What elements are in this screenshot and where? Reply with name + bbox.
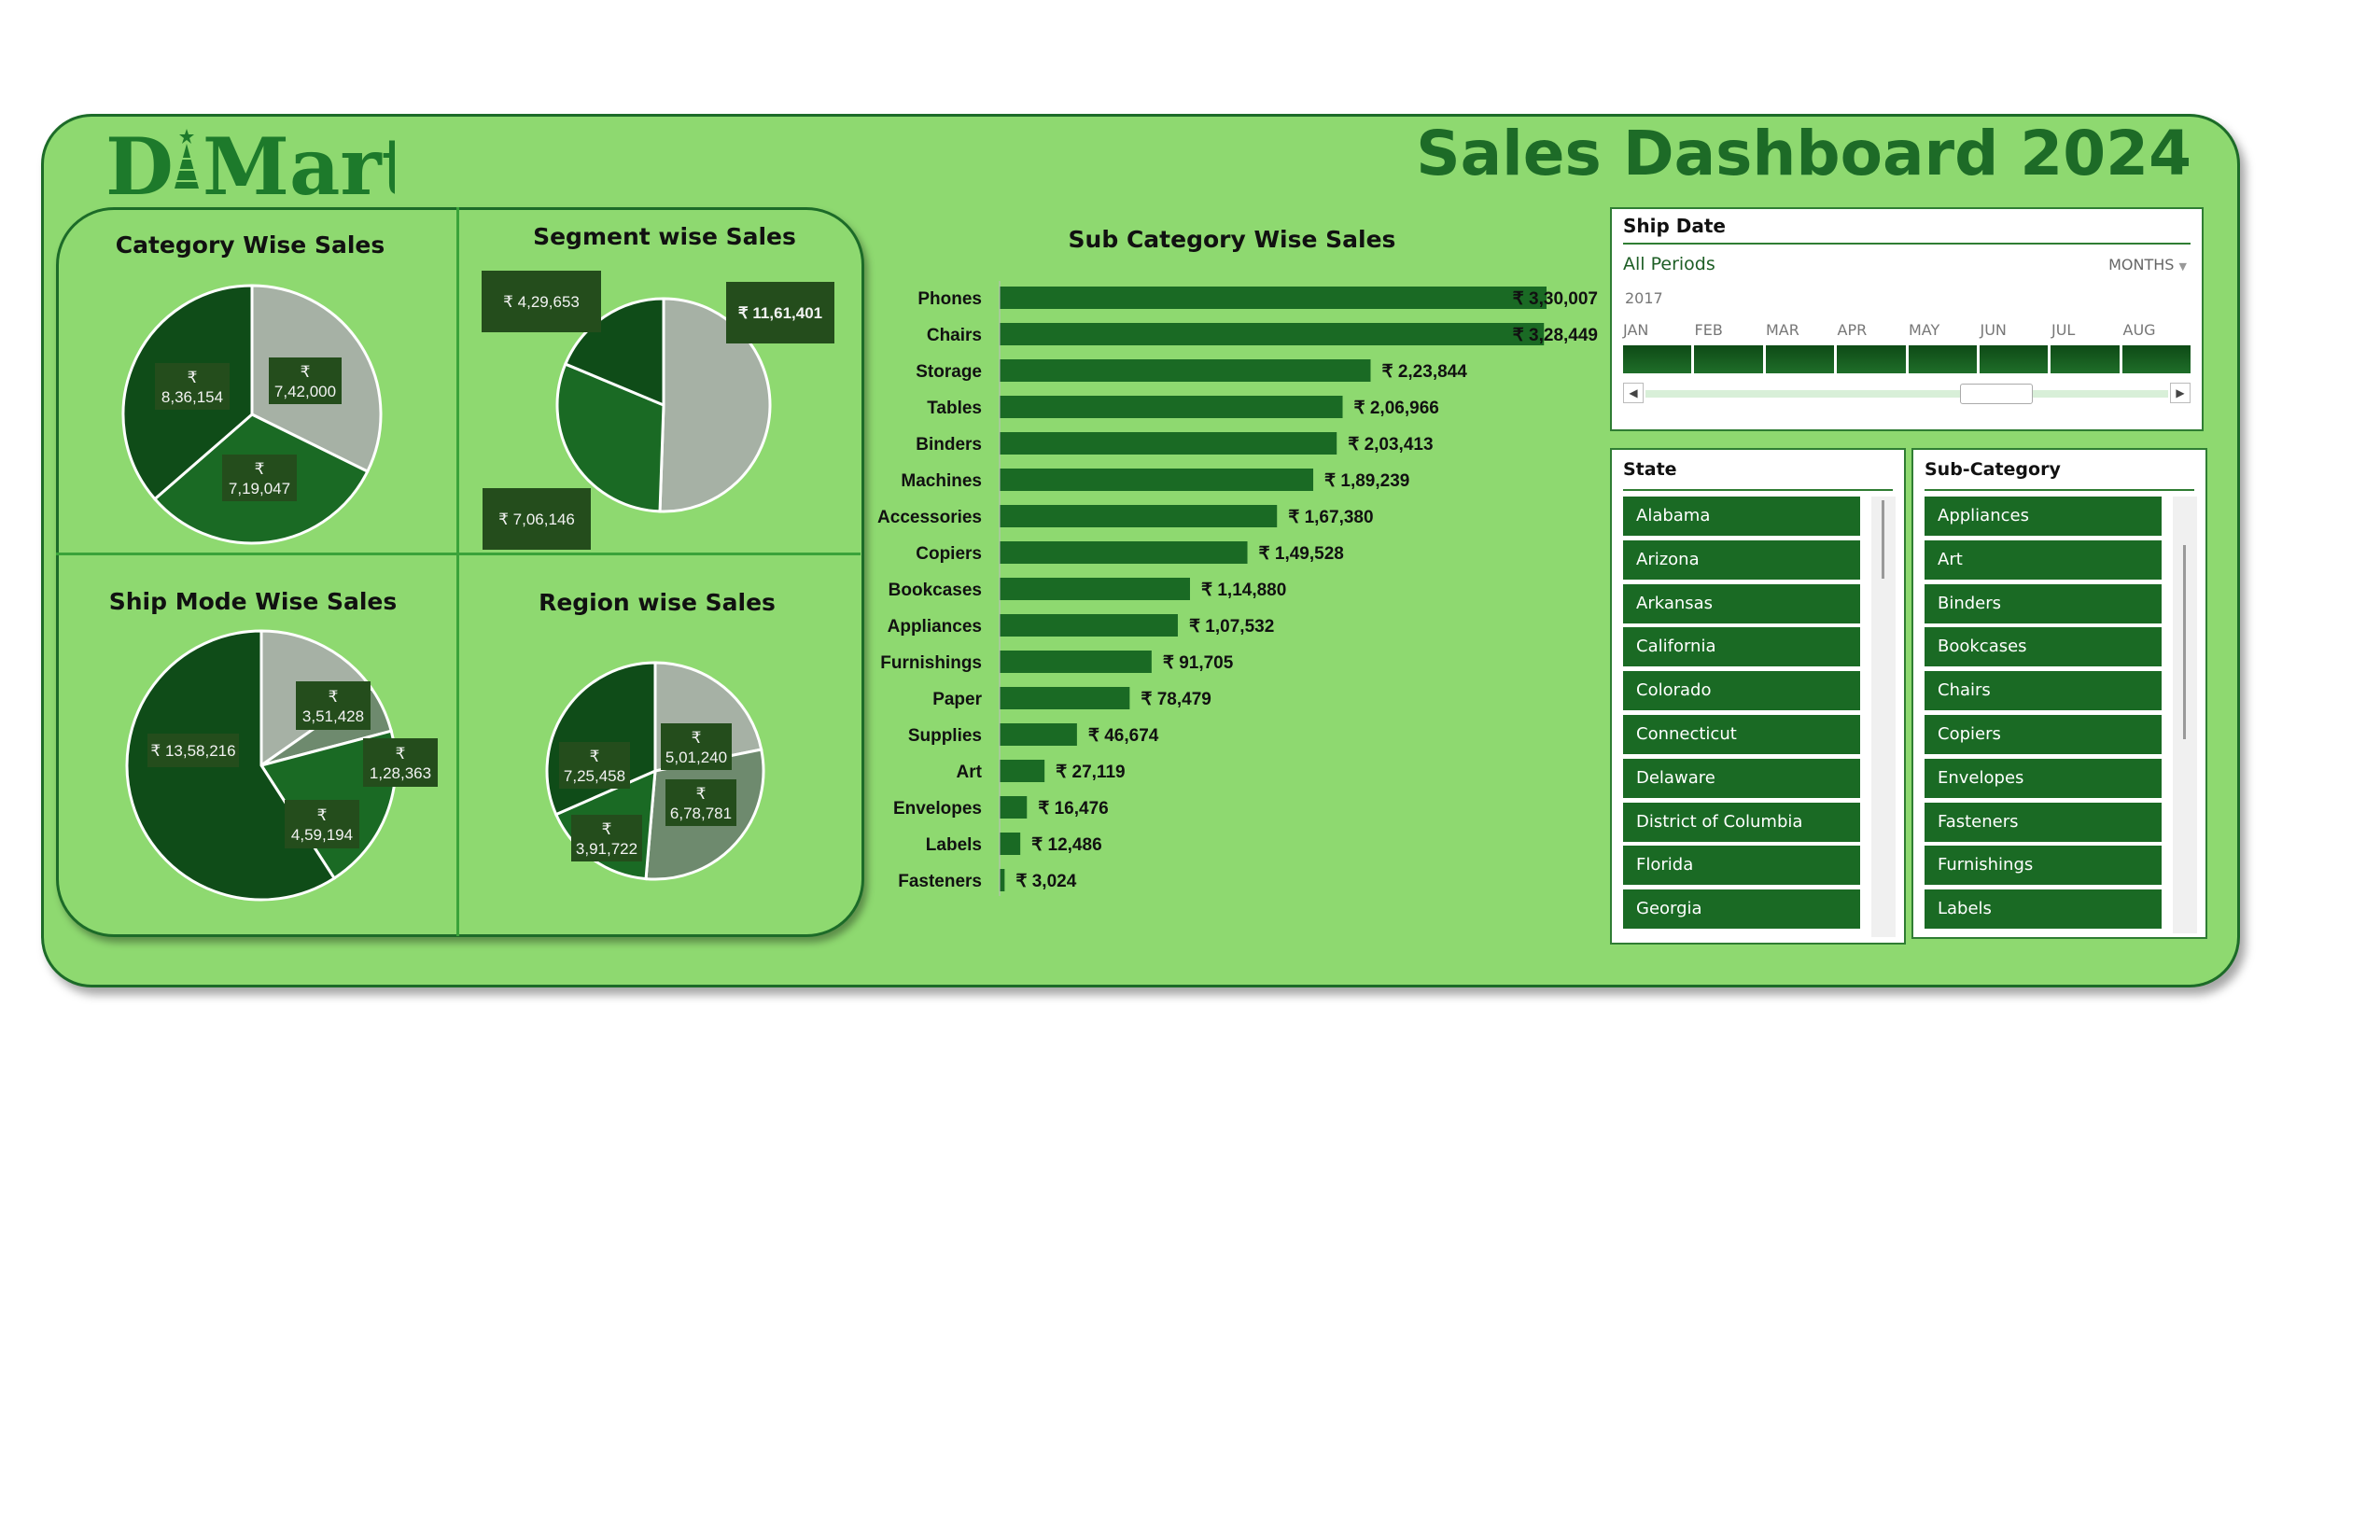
timeline-divider <box>1623 243 2191 245</box>
state-slicer-scrollbar[interactable] <box>1871 497 1896 937</box>
category-chart-title: Category Wise Sales <box>115 231 385 259</box>
region-chart-title: Region wise Sales <box>539 589 776 616</box>
timeline-month-label: FEB <box>1694 321 1723 339</box>
scroll-track[interactable] <box>1645 390 2168 398</box>
state-slicer-item[interactable]: Arkansas <box>1623 583 1860 623</box>
subcategory-slicer-item[interactable]: Labels <box>1925 889 2162 930</box>
dropdown-arrow-icon: ▼ <box>2178 260 2187 273</box>
subcategory-slicer-scrollbar[interactable] <box>2173 497 2197 933</box>
subcategory-slicer-item[interactable]: Appliances <box>1925 497 2162 536</box>
timeline-month-bars[interactable] <box>1623 345 2191 373</box>
dashboard-title: Sales Dashboard 2024 <box>1416 118 2191 189</box>
scroll-left-icon[interactable]: ◀ <box>1623 383 1644 403</box>
state-slicer-divider <box>1623 489 1893 491</box>
state-slicer-item[interactable]: Alabama <box>1623 497 1860 536</box>
state-slicer: State Alabama Arizona Arkansas California Co… <box>1610 448 1906 945</box>
state-scroll-thumb[interactable] <box>1882 500 1884 579</box>
pie-charts-panel <box>56 207 864 937</box>
state-slicer-item[interactable]: Florida <box>1623 846 1860 886</box>
timeline-month-label: AUG <box>2122 321 2156 339</box>
timeline-month-bar[interactable] <box>1694 345 1763 373</box>
timeline-month-label: MAY <box>1909 321 1940 339</box>
state-slicer-item[interactable]: Connecticut <box>1623 715 1860 754</box>
svg-text:D: D <box>105 123 174 203</box>
timeline-mode-dropdown[interactable]: MONTHS ▼ <box>2108 256 2187 273</box>
dmart-logo: D Mart <box>105 123 395 203</box>
timeline-mode-label: MONTHS <box>2108 256 2175 273</box>
subcategory-slicer-item[interactable]: Envelopes <box>1925 758 2162 798</box>
shipmode-chart-title: Ship Mode Wise Sales <box>108 588 398 615</box>
state-slicer-title: State <box>1623 459 1677 480</box>
ship-date-timeline[interactable]: Ship Date All Periods MONTHS ▼ 2017 JAN F… <box>1610 207 2204 431</box>
timeline-year: 2017 <box>1625 289 1663 307</box>
timeline-month-label: APR <box>1837 321 1868 339</box>
timeline-month-label: JUN <box>1980 321 2007 339</box>
segment-chart-title: Segment wise Sales <box>533 223 796 250</box>
scroll-thumb[interactable] <box>1960 384 2033 404</box>
timeline-month-bar[interactable] <box>1837 345 1906 373</box>
subcategory-slicer-item[interactable]: Fasteners <box>1925 802 2162 842</box>
panel-divider-horizontal <box>56 553 861 555</box>
panel-divider-vertical <box>456 207 459 936</box>
subcategory-slicer-item[interactable]: Art <box>1925 539 2162 580</box>
timeline-title: Ship Date <box>1623 215 1726 237</box>
state-slicer-item[interactable]: District of Columbia <box>1623 802 1860 842</box>
subcategory-slicer-title: Sub-Category <box>1925 459 2061 480</box>
timeline-month-bar[interactable] <box>2121 345 2191 373</box>
subcategory-slicer-item[interactable]: Binders <box>1925 583 2162 623</box>
timeline-month-bar[interactable] <box>1979 345 2049 373</box>
timeline-month-bar[interactable] <box>1908 345 1977 373</box>
subcategory-chart-title: Sub Category Wise Sales <box>1068 226 1396 253</box>
timeline-month-label: MAR <box>1766 321 1799 339</box>
state-slicer-item[interactable]: Delaware <box>1623 758 1860 798</box>
state-slicer-item[interactable]: Georgia <box>1623 889 1860 930</box>
subcategory-scroll-thumb[interactable] <box>2183 545 2186 739</box>
subcategory-slicer-item[interactable]: Bookcases <box>1925 627 2162 667</box>
timeline-month-label: JAN <box>1623 321 1649 339</box>
subcategory-slicer: Sub-Category Appliances Art Binders Bookcas… <box>1911 448 2207 939</box>
subcategory-slicer-divider <box>1925 489 2194 491</box>
subcategory-slicer-item[interactable]: Chairs <box>1925 671 2162 711</box>
scroll-right-icon[interactable]: ▶ <box>2170 383 2191 403</box>
svg-text:Mart: Mart <box>203 123 395 203</box>
timeline-scrollbar[interactable]: ◀ ▶ <box>1623 383 2191 404</box>
timeline-month-labels: JAN FEB MAR APR MAY JUN JUL AUG <box>1623 321 2191 340</box>
timeline-month-bar[interactable] <box>1765 345 1835 373</box>
subcategory-slicer-item[interactable]: Furnishings <box>1925 846 2162 886</box>
timeline-month-bar[interactable] <box>2051 345 2120 373</box>
timeline-period-label: All Periods <box>1623 254 1715 274</box>
state-slicer-item[interactable]: California <box>1623 627 1860 667</box>
timeline-month-label: JUL <box>2051 321 2076 339</box>
state-slicer-item[interactable]: Colorado <box>1623 671 1860 711</box>
timeline-month-bar[interactable] <box>1623 345 1692 373</box>
subcategory-slicer-item[interactable]: Copiers <box>1925 715 2162 754</box>
state-slicer-item[interactable]: Arizona <box>1623 539 1860 580</box>
